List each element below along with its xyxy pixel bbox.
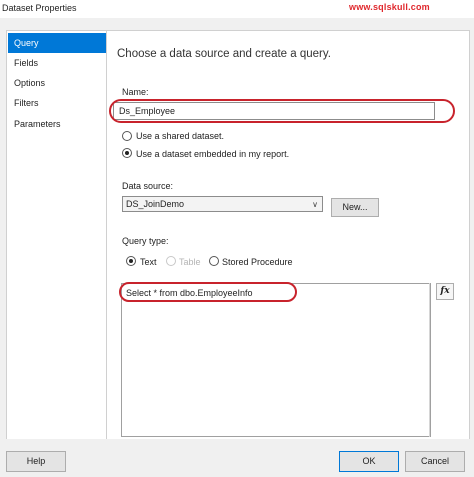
querytype-table-radio: [166, 256, 176, 266]
querytype-storedproc-label: Stored Procedure: [222, 257, 293, 267]
shared-dataset-label: Use a shared dataset.: [136, 131, 225, 141]
sidebar-item-query[interactable]: Query: [8, 33, 106, 53]
embedded-dataset-radio[interactable]: [122, 148, 132, 158]
expression-button[interactable]: fx: [436, 283, 454, 300]
datasource-label: Data source:: [122, 181, 174, 191]
page-heading: Choose a data source and create a query.: [117, 48, 331, 60]
sidebar: Query Fields Options Filters Parameters: [6, 30, 108, 441]
new-datasource-button[interactable]: New...: [331, 198, 379, 217]
name-label: Name:: [122, 87, 149, 97]
name-highlight-oval: [109, 99, 455, 123]
querytype-storedproc-radio[interactable]: [209, 256, 219, 266]
query-textarea[interactable]: Select * from dbo.EmployeeInfo: [121, 283, 431, 437]
querytype-text-label: Text: [140, 257, 157, 267]
sidebar-item-filters[interactable]: Filters: [8, 93, 106, 113]
ok-button[interactable]: OK: [339, 451, 399, 472]
querytype-label: Query type:: [122, 236, 169, 246]
querytype-table-label: Table: [179, 257, 201, 267]
querytype-text-radio[interactable]: [126, 256, 136, 266]
embedded-dataset-label: Use a dataset embedded in my report.: [136, 149, 290, 159]
datasource-select[interactable]: DS_JoinDemo ∨: [122, 196, 323, 212]
query-scrollbar[interactable]: [429, 283, 430, 437]
query-highlight-oval: [119, 282, 297, 302]
sidebar-item-parameters[interactable]: Parameters: [8, 114, 106, 134]
shared-dataset-radio[interactable]: [122, 131, 132, 141]
sidebar-item-options[interactable]: Options: [8, 73, 106, 93]
datasource-value: DS_JoinDemo: [126, 199, 185, 209]
help-button[interactable]: Help: [6, 451, 66, 472]
cancel-button[interactable]: Cancel: [405, 451, 465, 472]
button-bar: Help OK Cancel: [0, 439, 474, 477]
title-bar: Dataset Properties www.sqlskull.com: [0, 0, 474, 18]
window-title: Dataset Properties: [2, 3, 77, 13]
chevron-down-icon: ∨: [312, 200, 318, 209]
sidebar-item-fields[interactable]: Fields: [8, 53, 106, 73]
watermark-text: www.sqlskull.com: [349, 2, 430, 12]
